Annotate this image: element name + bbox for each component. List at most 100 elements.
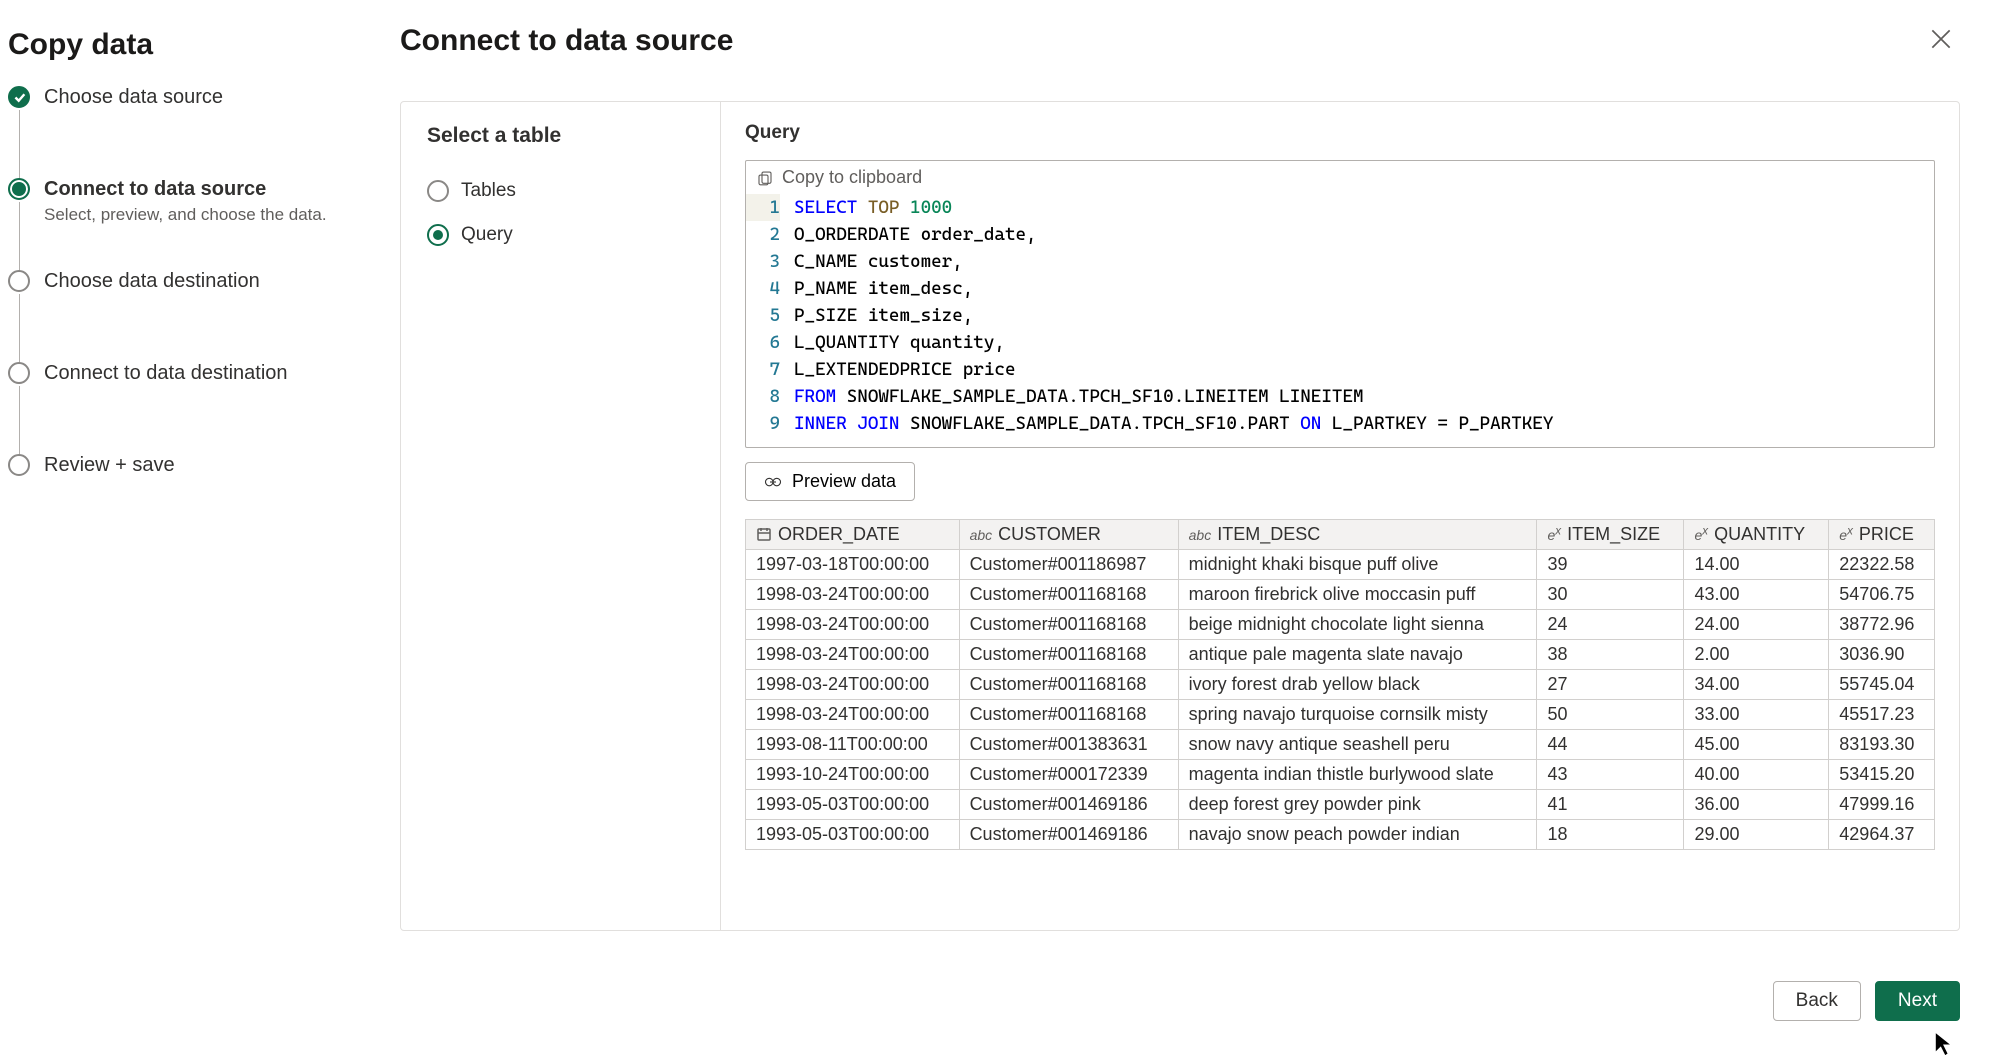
table-cell: 1998-03-24T00:00:00 xyxy=(746,580,960,610)
table-row[interactable]: 1997-03-18T00:00:00Customer#001186987mid… xyxy=(746,550,1935,580)
radio-tables-marker xyxy=(427,180,449,202)
wizard-step-3[interactable]: Connect to data destination xyxy=(8,362,350,454)
header-text: ITEM_DESC xyxy=(1217,524,1320,544)
wizard-steps: Choose data source Connect to data source… xyxy=(8,86,350,546)
text-type-icon: abc xyxy=(970,527,993,543)
preview-table: ORDER_DATEabcCUSTOMERabcITEM_DESCexITEM_… xyxy=(745,519,1935,850)
table-cell: 47999.16 xyxy=(1829,790,1935,820)
table-header-row: ORDER_DATEabcCUSTOMERabcITEM_DESCexITEM_… xyxy=(746,520,1935,550)
table-cell: 83193.30 xyxy=(1829,730,1935,760)
wizard-step-0[interactable]: Choose data source xyxy=(8,86,350,178)
table-cell: 40.00 xyxy=(1684,760,1829,790)
table-cell: ivory forest drab yellow black xyxy=(1178,670,1537,700)
table-cell: Customer#001168168 xyxy=(959,580,1178,610)
table-cell: Customer#001168168 xyxy=(959,700,1178,730)
table-row[interactable]: 1993-05-03T00:00:00Customer#001469186dee… xyxy=(746,790,1935,820)
text-type-icon: abc xyxy=(1189,527,1212,543)
table-cell: 41 xyxy=(1537,790,1684,820)
table-row[interactable]: 1993-05-03T00:00:00Customer#001469186nav… xyxy=(746,820,1935,850)
query-panel: Query Copy to clipboard 123456789 xyxy=(721,102,1959,930)
table-cell: 54706.75 xyxy=(1829,580,1935,610)
back-button[interactable]: Back xyxy=(1773,981,1861,1021)
radio-tables-label: Tables xyxy=(461,180,516,202)
table-cell: 43 xyxy=(1537,760,1684,790)
link-icon xyxy=(764,475,782,489)
line-gutter: 123456789 xyxy=(746,194,794,437)
table-row[interactable]: 1998-03-24T00:00:00Customer#001168168ant… xyxy=(746,640,1935,670)
step-label: Review + save xyxy=(44,454,175,477)
close-icon xyxy=(1928,26,1954,52)
table-cell: 22322.58 xyxy=(1829,550,1935,580)
main-panel: Connect to data source Select a table Ta… xyxy=(370,0,2000,1037)
table-row[interactable]: 1993-08-11T00:00:00Customer#001383631sno… xyxy=(746,730,1935,760)
number-type-icon: ex xyxy=(1839,527,1853,543)
table-cell: 27 xyxy=(1537,670,1684,700)
table-cell: 30 xyxy=(1537,580,1684,610)
step-label: Connect to data source xyxy=(44,178,327,201)
table-cell: 3036.90 xyxy=(1829,640,1935,670)
wizard-step-4[interactable]: Review + save xyxy=(8,454,350,546)
content-box: Select a table Tables Query Query xyxy=(400,101,1960,931)
preview-data-button[interactable]: Preview data xyxy=(745,462,915,501)
query-section-label: Query xyxy=(745,122,1935,144)
table-cell: navajo snow peach powder indian xyxy=(1178,820,1537,850)
clipboard-icon xyxy=(756,169,774,187)
table-header[interactable]: abcCUSTOMER xyxy=(959,520,1178,550)
table-cell: 1993-10-24T00:00:00 xyxy=(746,760,960,790)
copy-to-clipboard-button[interactable]: Copy to clipboard xyxy=(756,165,922,190)
close-button[interactable] xyxy=(1922,20,1960,61)
table-cell: 14.00 xyxy=(1684,550,1829,580)
step-body: Choose data source xyxy=(44,86,223,178)
step-label: Choose data source xyxy=(44,86,223,109)
step-label: Connect to data destination xyxy=(44,362,288,385)
table-cell: 38772.96 xyxy=(1829,610,1935,640)
table-header[interactable]: abc ITEM_DESC xyxy=(1178,520,1537,550)
table-cell: Customer#001469186 xyxy=(959,790,1178,820)
radio-query[interactable]: Query xyxy=(427,224,694,246)
check-icon xyxy=(13,91,26,104)
main-header: Connect to data source xyxy=(400,20,1960,61)
select-table-panel: Select a table Tables Query xyxy=(401,102,721,930)
header-text: ORDER_DATE xyxy=(778,524,900,544)
table-cell: 24.00 xyxy=(1684,610,1829,640)
table-cell: 1998-03-24T00:00:00 xyxy=(746,640,960,670)
table-cell: maroon firebrick olive moccasin puff xyxy=(1178,580,1537,610)
wizard-step-1[interactable]: Connect to data source Select, preview, a… xyxy=(8,178,350,270)
table-header[interactable]: ORDER_DATE xyxy=(746,520,960,550)
sidebar-title: Copy data xyxy=(8,28,350,62)
table-cell: magenta indian thistle burlywood slate xyxy=(1178,760,1537,790)
table-header[interactable]: exITEM_SIZE xyxy=(1537,520,1684,550)
number-type-icon: ex xyxy=(1547,527,1561,543)
table-row[interactable]: 1993-10-24T00:00:00Customer#000172339mag… xyxy=(746,760,1935,790)
table-cell: 1997-03-18T00:00:00 xyxy=(746,550,960,580)
step-marker xyxy=(8,270,30,292)
table-cell: 53415.20 xyxy=(1829,760,1935,790)
step-body: Connect to data destination xyxy=(44,362,288,454)
code-area[interactable]: SELECT TOP 1000O_ORDERDATE order_date,C_… xyxy=(794,194,1553,437)
select-table-heading: Select a table xyxy=(427,124,694,148)
sql-editor[interactable]: Copy to clipboard 123456789 SELECT TOP 1… xyxy=(745,160,1935,448)
table-cell: 2.00 xyxy=(1684,640,1829,670)
table-row[interactable]: 1998-03-24T00:00:00Customer#001168168ivo… xyxy=(746,670,1935,700)
table-row[interactable]: 1998-03-24T00:00:00Customer#001168168mar… xyxy=(746,580,1935,610)
table-cell: 43.00 xyxy=(1684,580,1829,610)
table-cell: deep forest grey powder pink xyxy=(1178,790,1537,820)
radio-tables[interactable]: Tables xyxy=(427,180,694,202)
wizard-sidebar: Copy data Choose data source Connect to d… xyxy=(0,0,370,1037)
table-row[interactable]: 1998-03-24T00:00:00Customer#001168168bei… xyxy=(746,610,1935,640)
step-connector xyxy=(19,110,20,180)
step-marker xyxy=(8,178,30,200)
table-cell: 1993-08-11T00:00:00 xyxy=(746,730,960,760)
table-cell: 36.00 xyxy=(1684,790,1829,820)
table-header[interactable]: exQUANTITY xyxy=(1684,520,1829,550)
copy-label: Copy to clipboard xyxy=(782,167,922,188)
table-cell: 1993-05-03T00:00:00 xyxy=(746,820,960,850)
table-cell: 45.00 xyxy=(1684,730,1829,760)
table-cell: antique pale magenta slate navajo xyxy=(1178,640,1537,670)
next-button[interactable]: Next xyxy=(1875,981,1960,1021)
wizard-step-2[interactable]: Choose data destination xyxy=(8,270,350,362)
table-header[interactable]: exPRICE xyxy=(1829,520,1935,550)
table-cell: Customer#001168168 xyxy=(959,610,1178,640)
step-sublabel: Select, preview, and choose the data. xyxy=(44,205,327,225)
table-row[interactable]: 1998-03-24T00:00:00Customer#001168168spr… xyxy=(746,700,1935,730)
